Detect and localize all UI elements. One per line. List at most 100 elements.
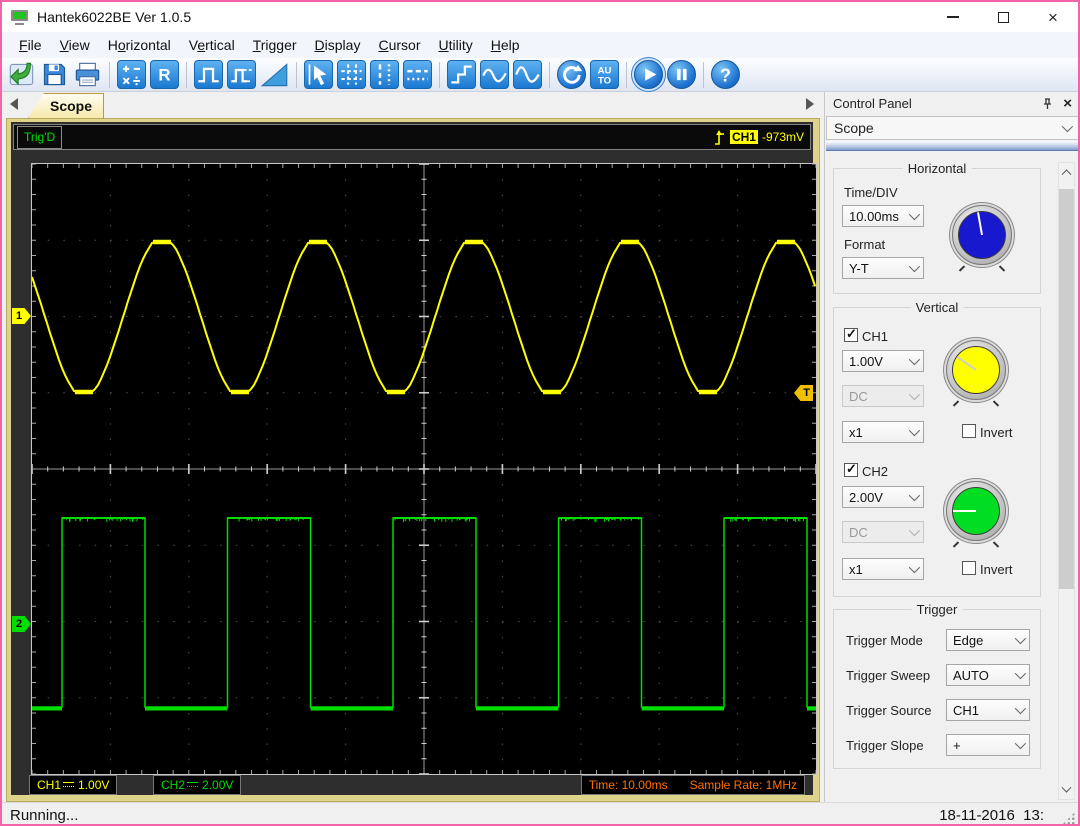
ramp-button[interactable] xyxy=(260,60,289,89)
ch1-readout: CH1 1.00V xyxy=(29,774,118,795)
vcursors-button[interactable] xyxy=(370,60,399,89)
toolbar-separator xyxy=(626,61,627,88)
horizontal-group: Horizontal Time/DIV 10.00ms Format Y-T xyxy=(833,161,1041,294)
scroll-up-icon[interactable] xyxy=(1059,163,1074,180)
play-button[interactable] xyxy=(634,60,663,89)
panel-scrollbar[interactable] xyxy=(1058,162,1075,800)
tab-scope[interactable]: Scope xyxy=(28,93,104,118)
refresh-button[interactable] xyxy=(557,60,586,89)
trigger-mode-select[interactable]: Edge xyxy=(946,629,1030,651)
horizontal-legend: Horizontal xyxy=(902,161,972,176)
format-select[interactable]: Y-T xyxy=(842,257,924,279)
ch1-coupling-select: DC xyxy=(842,385,924,407)
ref-button[interactable]: R xyxy=(150,60,179,89)
hcursors-button[interactable] xyxy=(403,60,432,89)
horizontal-knob[interactable] xyxy=(952,205,1012,265)
pulse2-button[interactable] xyxy=(227,60,256,89)
math-button[interactable] xyxy=(117,60,146,89)
menu-view[interactable]: View xyxy=(51,33,99,57)
time-div-select[interactable]: 10.00ms xyxy=(842,205,924,227)
pulse-button[interactable] xyxy=(194,60,223,89)
grid-button[interactable] xyxy=(337,60,366,89)
ch2-invert-checkbox[interactable] xyxy=(962,561,976,575)
ch1-scale-value: 1.00V xyxy=(849,353,883,369)
help-button[interactable]: ? xyxy=(711,60,740,89)
scroll-down-icon[interactable] xyxy=(1059,782,1074,799)
trigger-slope-select[interactable]: + xyxy=(946,734,1030,756)
chevron-down-icon xyxy=(908,524,921,537)
maximize-button[interactable] xyxy=(978,2,1028,32)
ramp-icon xyxy=(260,60,289,89)
ch1-enable-checkbox[interactable] xyxy=(844,326,858,342)
ch2-position-marker[interactable]: 2 xyxy=(12,616,31,632)
trigger-source-chip: CH1 xyxy=(729,130,758,144)
hcursors-icon xyxy=(404,61,431,88)
svg-text:R: R xyxy=(158,66,170,85)
ch1-position-marker[interactable]: 1 xyxy=(12,308,31,324)
ch1-position-knob[interactable] xyxy=(946,340,1006,400)
menu-display[interactable]: Display xyxy=(306,33,370,57)
svg-text:?: ? xyxy=(720,65,731,85)
ch2-enable-checkbox[interactable] xyxy=(844,461,858,477)
close-button[interactable]: × xyxy=(1028,2,1078,32)
ch2-readout: CH2 2.00V xyxy=(153,774,242,795)
ch2-probe-value: x1 xyxy=(849,561,863,577)
menu-utility[interactable]: Utility xyxy=(429,33,481,57)
menu-vertical[interactable]: Vertical xyxy=(180,33,244,57)
menu-file[interactable]: File xyxy=(10,33,51,57)
horizontal-knob-face xyxy=(958,211,1006,259)
control-panel-title: Control Panel xyxy=(833,96,912,111)
vertical-legend: Vertical xyxy=(910,300,964,315)
trigger-source-label: Trigger Source xyxy=(846,703,932,718)
open-button[interactable] xyxy=(7,60,36,89)
toolbar: R AU TO? xyxy=(2,58,1078,92)
time-samplerate-readout: Time: 10.00ms Sample Rate: 1MHz xyxy=(580,774,805,795)
ch2-probe-select[interactable]: x1 xyxy=(842,558,924,580)
play-icon xyxy=(635,61,662,88)
chevron-down-icon xyxy=(908,208,921,221)
control-panel-header: Control Panel × xyxy=(825,92,1078,115)
ch1-invert-checkbox[interactable] xyxy=(962,424,976,438)
tab-scroll-left-icon[interactable] xyxy=(10,98,18,110)
trigger-source-select[interactable]: CH1 xyxy=(946,699,1030,721)
ch2-label: CH2 xyxy=(862,464,889,479)
menu-cursor[interactable]: Cursor xyxy=(369,33,429,57)
wave1-button[interactable] xyxy=(480,60,509,89)
app-icon xyxy=(11,9,28,25)
trigger-status-bar: Trig'D CH1 -973mV xyxy=(13,124,811,150)
pause-button[interactable] xyxy=(667,60,696,89)
toolbar-separator xyxy=(549,61,550,88)
control-panel-close-icon[interactable]: × xyxy=(1063,96,1072,111)
minimize-button[interactable] xyxy=(928,2,978,32)
tab-scroll-right-icon[interactable] xyxy=(806,98,814,110)
cursor-icon xyxy=(305,61,332,88)
ch2-scale-select[interactable]: 2.00V xyxy=(842,486,924,508)
open-icon xyxy=(7,60,36,89)
save-button[interactable] xyxy=(40,60,69,89)
ch1-probe-select[interactable]: x1 xyxy=(842,421,924,443)
maximize-icon xyxy=(997,11,1009,23)
ch1-scale-select[interactable]: 1.00V xyxy=(842,350,924,372)
chevron-down-icon xyxy=(908,489,921,502)
ch2-scale-value: 2.00V xyxy=(849,489,883,505)
panel-mode-select[interactable]: Scope xyxy=(826,116,1078,140)
resize-grip[interactable] xyxy=(1062,812,1075,824)
trigger-sweep-select[interactable]: AUTO xyxy=(946,664,1030,686)
wave2-button[interactable] xyxy=(513,60,542,89)
menu-trigger[interactable]: Trigger xyxy=(244,33,306,57)
step-button[interactable] xyxy=(447,60,476,89)
auto-button[interactable]: AU TO xyxy=(590,60,619,89)
pulse2-icon xyxy=(228,61,255,88)
menu-help[interactable]: Help xyxy=(482,33,529,57)
ch2-position-knob[interactable] xyxy=(946,481,1006,541)
chevron-down-icon xyxy=(908,353,921,366)
scrollbar-thumb[interactable] xyxy=(1059,189,1074,589)
cursor-button[interactable] xyxy=(304,60,333,89)
ch2-coupling-select: DC xyxy=(842,521,924,543)
menu-horizontal[interactable]: Horizontal xyxy=(99,33,180,57)
close-icon: × xyxy=(1048,7,1058,27)
pin-icon[interactable] xyxy=(1042,97,1053,110)
print-button[interactable] xyxy=(73,60,102,89)
vcursors-icon xyxy=(371,61,398,88)
toolbar-separator xyxy=(109,61,110,88)
